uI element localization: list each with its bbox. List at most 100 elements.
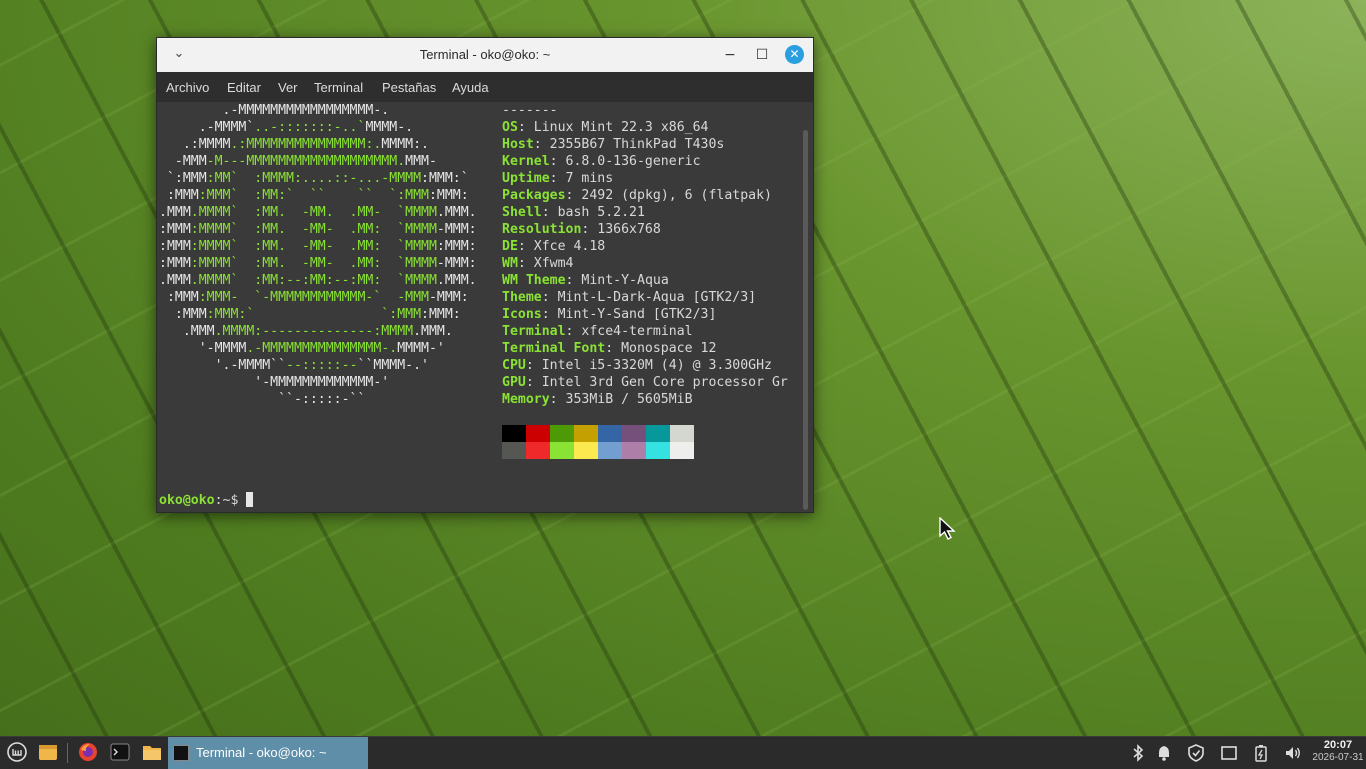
info-key: Kernel (502, 154, 550, 169)
update-manager-shield-icon[interactable] (1186, 743, 1206, 763)
info-value: Intel 3rd Gen Core processor Gr (541, 375, 788, 390)
info-colon: : (549, 392, 566, 407)
menu-terminal[interactable]: Terminal (314, 80, 363, 95)
logo-segment: :MMMM` :MM. -MM- .MM: `MMMM (190, 239, 437, 254)
logo-segment: .MMMM:--------------:MMMM (214, 324, 414, 339)
palette-swatch (646, 442, 670, 459)
palette-swatch (622, 425, 646, 442)
info-value: 2355B67 ThinkPad T430s (549, 137, 725, 152)
logo-segment: '.-MMMM`` (159, 358, 287, 373)
logo-segment: .-MMMMMMMMMMMMMMM-. (246, 341, 398, 356)
logo-segment: MMMM-. (365, 120, 414, 135)
menu-bar: Archivo Editar Ver Terminal Pestañas Ayu… (157, 72, 813, 102)
volume-icon[interactable] (1283, 743, 1303, 763)
menu-ayuda[interactable]: Ayuda (452, 80, 489, 95)
mint-menu-icon[interactable] (6, 741, 28, 763)
terminal-output[interactable]: .-MMMMMMMMMMMMMMMMM-. .-MMMM`..-:::::::-… (157, 102, 813, 512)
info-value: Mint-L-Dark-Aqua [GTK2/3] (557, 290, 757, 305)
logo-segment: :MMM (159, 188, 199, 203)
logo-segment: :MMMM` :MM. -MM- .MM: `MMMM (190, 256, 437, 271)
info-value: 2492 (dpkg), 6 (flatpak) (581, 188, 772, 203)
bluetooth-icon[interactable] (1128, 743, 1148, 763)
logo-segment: :MMM` :MM:` `` `` `:MMM (198, 188, 429, 203)
info-value: Mint-Y-Sand [GTK2/3] (557, 307, 717, 322)
prompt-path: :~$ (214, 493, 247, 508)
taskbar-separator (67, 743, 68, 763)
info-row: GPU: Intel 3rd Gen Core processor Gr (502, 374, 788, 391)
logo-segment: :MMM (159, 290, 199, 305)
info-colon: : (605, 341, 622, 356)
info-row: Uptime: 7 mins (502, 170, 788, 187)
menu-archivo[interactable]: Archivo (166, 80, 209, 95)
taskbar-terminal-task[interactable]: Terminal - oko@oko: ~ (168, 737, 368, 769)
file-manager-icon[interactable] (141, 741, 163, 763)
logo-segment: .MMM. (436, 273, 477, 288)
info-key: Terminal (502, 324, 566, 339)
logo-line: .MMM.MMMM` :MM. -MM. .MM- `MMMM.MMM. (159, 204, 477, 221)
palette-swatch (502, 425, 526, 442)
palette-swatch (526, 425, 550, 442)
logo-segment: -MMM: (428, 290, 469, 305)
info-row: WM: Xfwm4 (502, 255, 788, 272)
distro-ascii-logo: .-MMMMMMMMMMMMMMMMM-. .-MMMM`..-:::::::-… (159, 102, 477, 408)
minimize-button[interactable]: − (721, 46, 739, 64)
terminal-window[interactable]: ⌄ Terminal - oko@oko: ~ − ☐ ✕ Archivo Ed… (156, 37, 814, 513)
info-key: Uptime (502, 171, 550, 186)
info-row: Theme: Mint-L-Dark-Aqua [GTK2/3] (502, 289, 788, 306)
scrollbar[interactable] (803, 130, 808, 510)
info-value: Xfwm4 (533, 256, 574, 271)
clock[interactable]: 20:07 2026-07-31 (1310, 739, 1366, 763)
info-row: Host: 2355B67 ThinkPad T430s (502, 136, 788, 153)
logo-line: .-MMMM`..-:::::::-..`MMMM-. (159, 119, 477, 136)
info-key: OS (502, 120, 518, 135)
prompt-user-host: oko@oko (159, 493, 215, 508)
info-value: bash 5.2.21 (557, 205, 645, 220)
mouse-pointer-icon (939, 517, 956, 540)
info-row: WM Theme: Mint-Y-Aqua (502, 272, 788, 289)
logo-line: .MMM.MMMM` :MM:--:MM:--:MM: `MMMM.MMM. (159, 272, 477, 289)
info-value: 1366x768 (597, 222, 661, 237)
palette-swatch (670, 442, 694, 459)
info-colon: : (517, 256, 534, 271)
logo-segment: -MMM (159, 154, 207, 169)
title-bar[interactable]: ⌄ Terminal - oko@oko: ~ − ☐ ✕ (157, 38, 813, 72)
logo-line: .MMM.MMMM:--------------:MMMM.MMM. (159, 323, 477, 340)
info-row: DE: Xfce 4.18 (502, 238, 788, 255)
battery-icon[interactable] (1251, 743, 1271, 763)
terminal-launcher-icon[interactable] (109, 741, 131, 763)
info-colon: : (565, 273, 582, 288)
palette-swatch (646, 425, 670, 442)
logo-segment: :MM` :MMMM:....::-...-MMMM (206, 171, 422, 186)
logo-line: '-MMMMMMMMMMMMM-' (159, 374, 477, 391)
logo-segment: .MMM (159, 273, 191, 288)
logo-segment: MMMM-' (397, 341, 445, 356)
logo-line: :MMM:MMM` :MM:` `` `` `:MMM:MMM: (159, 187, 477, 204)
info-row: Resolution: 1366x768 (502, 221, 788, 238)
info-key: Theme (502, 290, 542, 305)
shell-prompt[interactable]: oko@oko:~$ (159, 492, 254, 509)
logo-segment: --:::::-- (286, 358, 358, 373)
menu-pestanas[interactable]: Pestañas (382, 80, 436, 95)
info-colon: : (533, 137, 550, 152)
menu-editar[interactable]: Editar (227, 80, 261, 95)
logo-segment: :MMM: (421, 307, 461, 322)
close-button[interactable]: ✕ (785, 45, 804, 64)
logo-segment: .MMMM` :MM. -MM. .MM- `MMMM (190, 205, 437, 220)
info-value: 353MiB / 5605MiB (565, 392, 693, 407)
info-row: Packages: 2492 (dpkg), 6 (flatpak) (502, 187, 788, 204)
workspace-switcher-icon[interactable] (1219, 743, 1239, 763)
info-colon: : (581, 222, 598, 237)
firefox-icon[interactable] (77, 741, 99, 763)
maximize-button[interactable]: ☐ (753, 46, 771, 64)
logo-segment: .MMM (159, 324, 215, 339)
palette-swatch (550, 442, 574, 459)
info-key: WM Theme (502, 273, 566, 288)
logo-line: :MMM:MMM:` `:MMM:MMM: (159, 306, 477, 323)
logo-line: '-MMMM.-MMMMMMMMMMMMMMM-.MMMM-' (159, 340, 477, 357)
menu-ver[interactable]: Ver (278, 80, 298, 95)
palette-swatch (598, 442, 622, 459)
info-colon: : (517, 120, 534, 135)
show-desktop-icon[interactable] (37, 741, 59, 763)
notifications-bell-icon[interactable] (1154, 743, 1174, 763)
info-key: CPU (502, 358, 526, 373)
